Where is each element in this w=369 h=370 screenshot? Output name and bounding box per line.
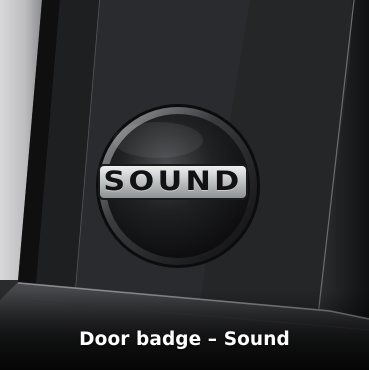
badge-text: SOUND	[103, 166, 243, 197]
product-card[interactable]: SOUND Door badge – Sound	[0, 0, 369, 370]
caption-text: Door badge – Sound	[79, 329, 290, 350]
